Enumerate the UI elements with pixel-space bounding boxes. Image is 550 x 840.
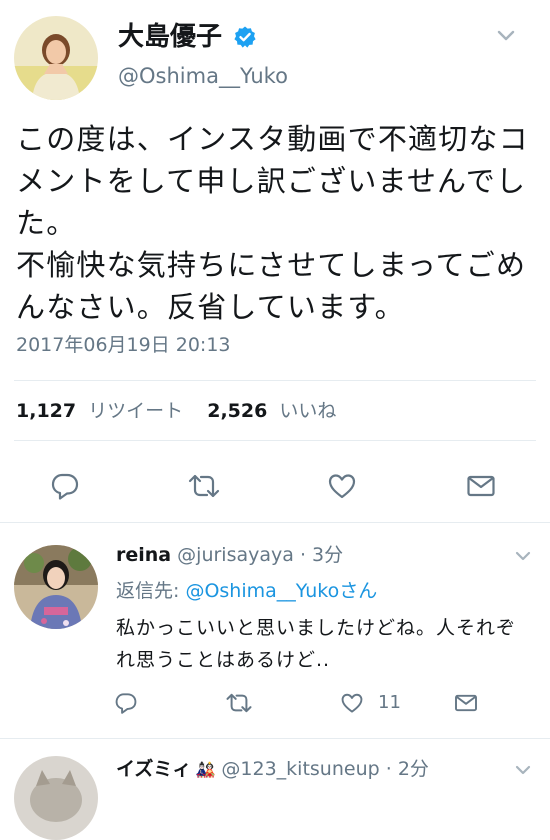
like-icon[interactable] [338,690,366,716]
reply-text: 私かっこいいと思いましたけどね。人それぞれ思うことはあるけど.. [116,617,517,671]
author-display-name[interactable]: 大島優子 [118,20,222,54]
reply-to-handle-link[interactable]: @Oshima__Yuko [185,580,339,602]
name-emoji: 🎎 [195,760,216,779]
reply-icon[interactable] [112,690,140,716]
retweets-count[interactable]: 1,127 [16,400,76,422]
like-icon[interactable] [325,470,359,502]
divider [14,380,536,381]
reply-icon[interactable] [48,470,82,502]
reply-avatar[interactable] [14,545,98,629]
reply-avatar[interactable] [14,756,98,840]
likes-count[interactable]: 2,526 [207,400,267,422]
retweets-label[interactable]: リツイート [88,400,183,422]
reply-to: 返信先: @Oshima__Yukoさん [116,578,377,604]
tweet-text: この度は、インスタ動画で不適切なコメントをして申し訳ございませんでした。 不愉快… [16,122,529,324]
reply-to-suffix[interactable]: さん [339,580,377,602]
reply-handle[interactable]: @123_kitsuneup [221,758,379,780]
retweet-icon[interactable] [224,690,254,716]
retweet-icon[interactable] [186,470,222,502]
chevron-down-icon[interactable] [512,761,534,779]
reply-to-prefix: 返信先: [116,580,186,602]
tweet-timestamp[interactable]: 2017年06月19日 20:13 [16,332,231,358]
author-handle[interactable]: @Oshima__Yuko [118,62,288,90]
reply-header: reina @jurisayaya · 3分 [116,542,343,568]
verified-badge-icon [233,25,257,49]
message-icon[interactable] [464,470,498,502]
author-avatar[interactable] [14,16,98,100]
reply-handle[interactable]: @jurisayaya [177,544,294,566]
reply-time[interactable]: · 3分 [300,544,343,566]
reply-time[interactable]: · 2分 [386,758,429,780]
divider [0,738,550,739]
divider [14,440,536,441]
reply-header: イズミィ 🎎 @123_kitsuneup · 2分 [116,756,429,783]
tweet-stats: 1,127 リツイート 2,526 いいね [16,398,336,424]
chevron-down-icon[interactable] [494,26,518,46]
reply-display-name[interactable]: イズミィ [116,758,191,780]
likes-label[interactable]: いいね [279,400,336,422]
chevron-down-icon[interactable] [512,547,534,565]
reply-like-count: 11 [378,692,401,713]
divider [0,522,550,523]
reply-display-name[interactable]: reina [116,544,171,566]
message-icon[interactable] [452,690,480,716]
